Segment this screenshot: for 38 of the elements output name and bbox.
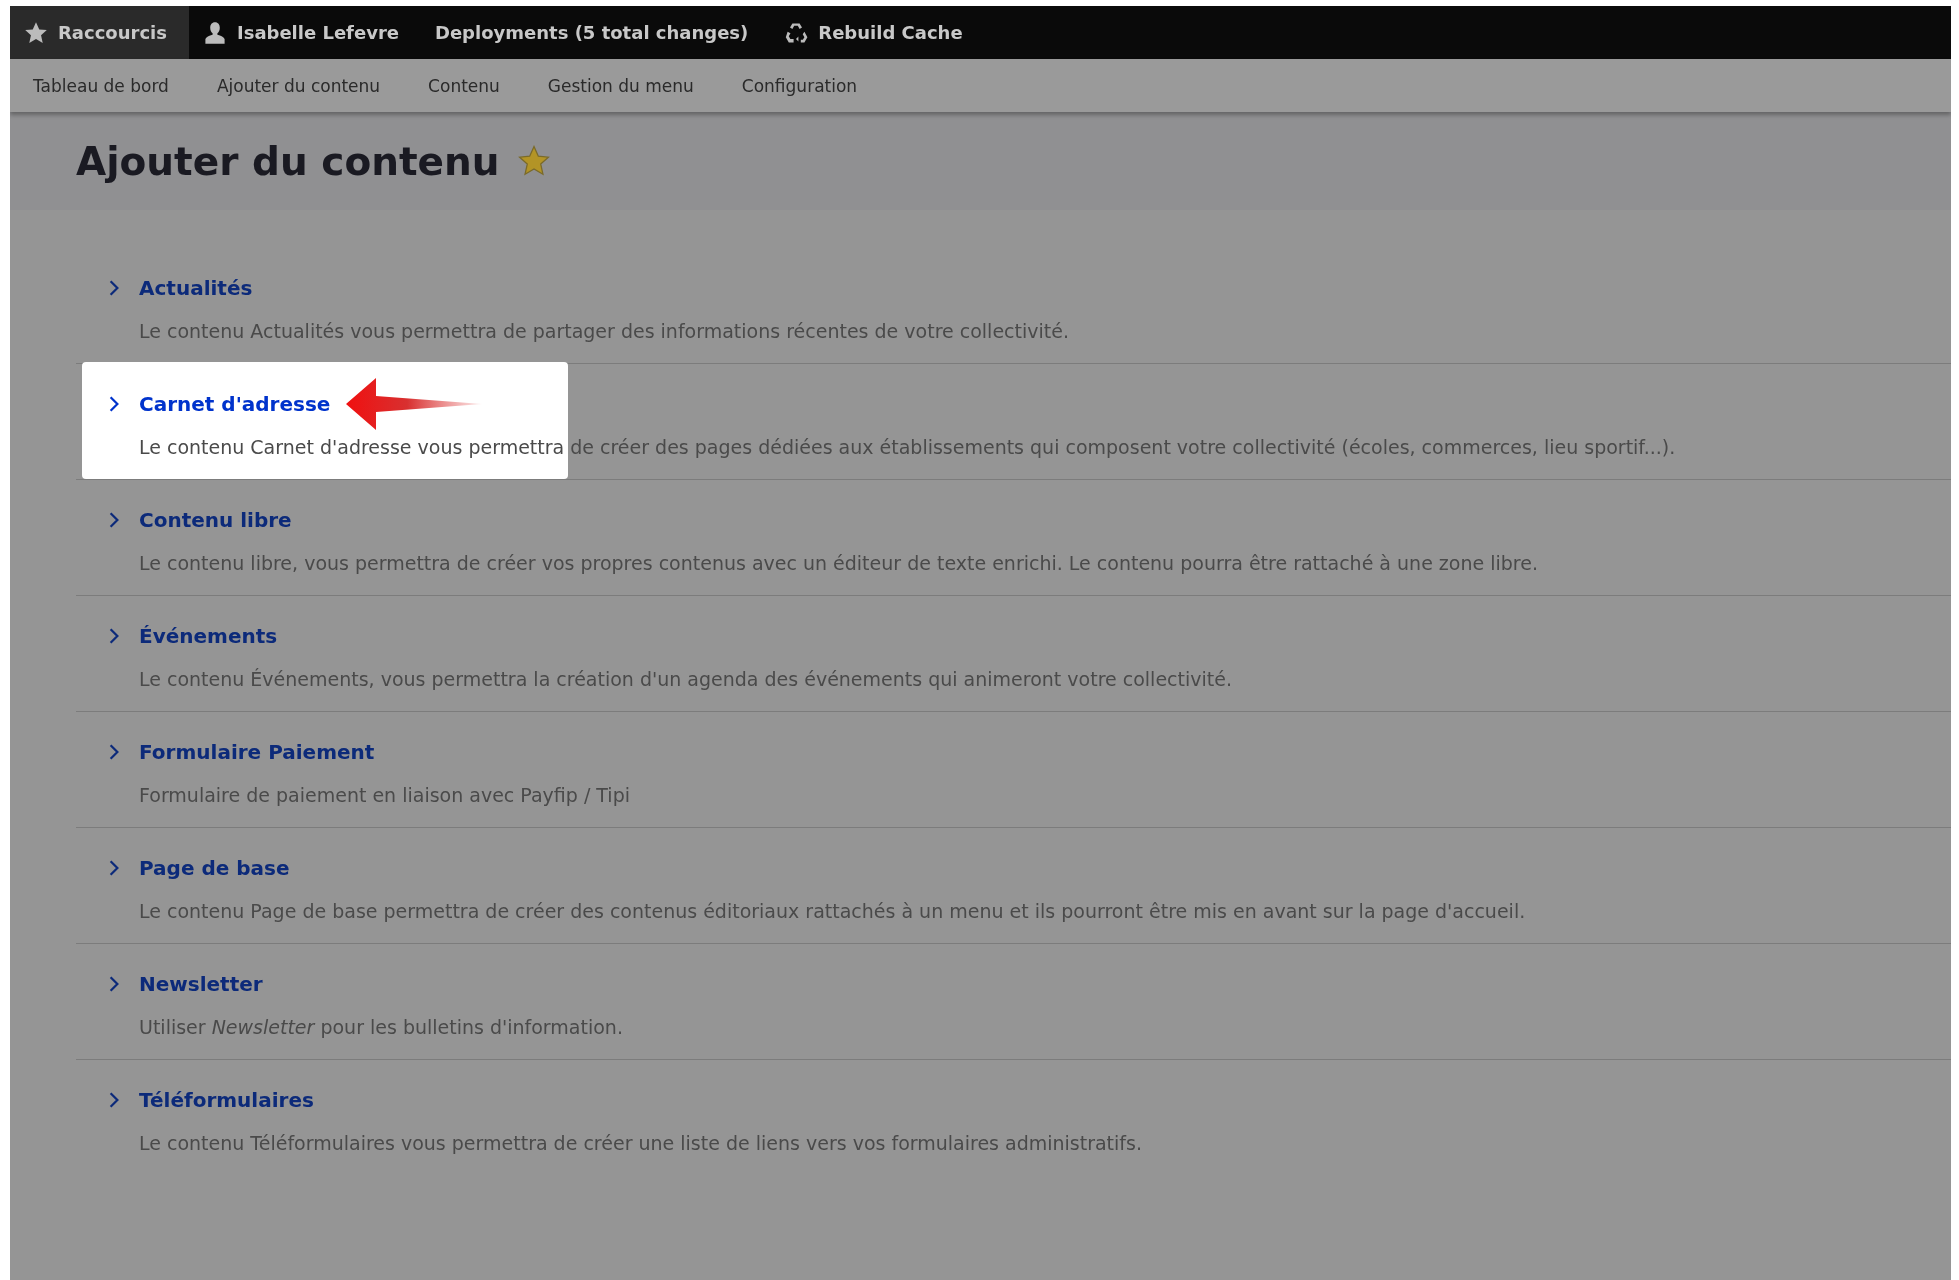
content-type-link[interactable]: Événements — [139, 624, 278, 648]
chevron-icon — [108, 1091, 120, 1109]
chevron-icon — [108, 975, 120, 993]
content-type-description: Formulaire de paiement en liaison avec Payfip / Tipi — [138, 783, 631, 806]
content-type-description: Le contenu libre, vous permettra de créer vos propres contenus avec un éditeur de texte enrichi. Le contenu pourra être rattaché à une zone libre. — [138, 551, 1539, 574]
content-type-link[interactable]: Actualités — [139, 276, 253, 300]
chevron-icon — [108, 859, 120, 877]
admin-menu-link[interactable]: Ajouter du contenu — [216, 75, 381, 96]
page-title: Ajouter du contenu — [76, 138, 500, 184]
star-icon — [24, 20, 48, 45]
chevron-icon — [108, 627, 120, 645]
recycle-icon — [784, 20, 809, 45]
chevron-icon — [108, 743, 120, 761]
chevron-icon — [108, 395, 120, 413]
content-type-link[interactable]: Page de base — [139, 856, 290, 880]
content-type-link[interactable]: Newsletter — [139, 972, 263, 996]
toolbar-link[interactable]: Deployments (5 total changes) — [420, 6, 771, 59]
content-type-link[interactable]: Formulaire Paiement — [139, 740, 375, 764]
star-icon[interactable] — [517, 145, 550, 177]
content-type-description: Utiliser Newsletter pour les bulletins d'information. — [138, 1015, 624, 1038]
content-type-description: Le contenu Téléformulaires vous permettra de créer une liste de liens vers vos formulaires administratifs. — [138, 1131, 1143, 1154]
admin-menu-link[interactable]: Configuration — [741, 75, 858, 96]
chevron-icon — [108, 279, 120, 297]
content-type-link[interactable]: Contenu libre — [139, 508, 292, 532]
content-type-description: Le contenu Carnet d'adresse vous permettra de créer des pages dédiées aux établissements qui composent votre collectivité (écoles, commerces, lieu sportif...). — [138, 435, 1677, 458]
toolbar-link[interactable]: Isabelle Lefevre — [188, 6, 421, 59]
chevron-icon — [108, 511, 120, 529]
content-type-description: Le contenu Actualités vous permettra de partager des informations récentes de votre collectivité. — [138, 319, 1070, 342]
toolbar-link[interactable]: Rebuild Cache — [770, 6, 985, 59]
toolbar-link[interactable]: Raccourcis — [10, 6, 189, 59]
content-type-description: Le contenu Événements, vous permettra la création d'un agenda des événements qui animeront votre collectivité. — [138, 667, 1233, 690]
content-type-link[interactable]: Carnet d'adresse — [139, 392, 331, 416]
admin-menu-link[interactable]: Gestion du menu — [547, 75, 694, 96]
admin-menu-link[interactable]: Contenu — [428, 75, 500, 96]
content-type-description: Le contenu Page de base permettra de créer des contenus éditoriaux rattachés à un menu et ils pourront être mis en avant sur la page d'accueil. — [138, 899, 1527, 922]
admin-menu-link[interactable]: Tableau de bord — [33, 75, 169, 96]
user-icon — [202, 20, 227, 45]
content-type-link[interactable]: Téléformulaires — [139, 1088, 314, 1112]
